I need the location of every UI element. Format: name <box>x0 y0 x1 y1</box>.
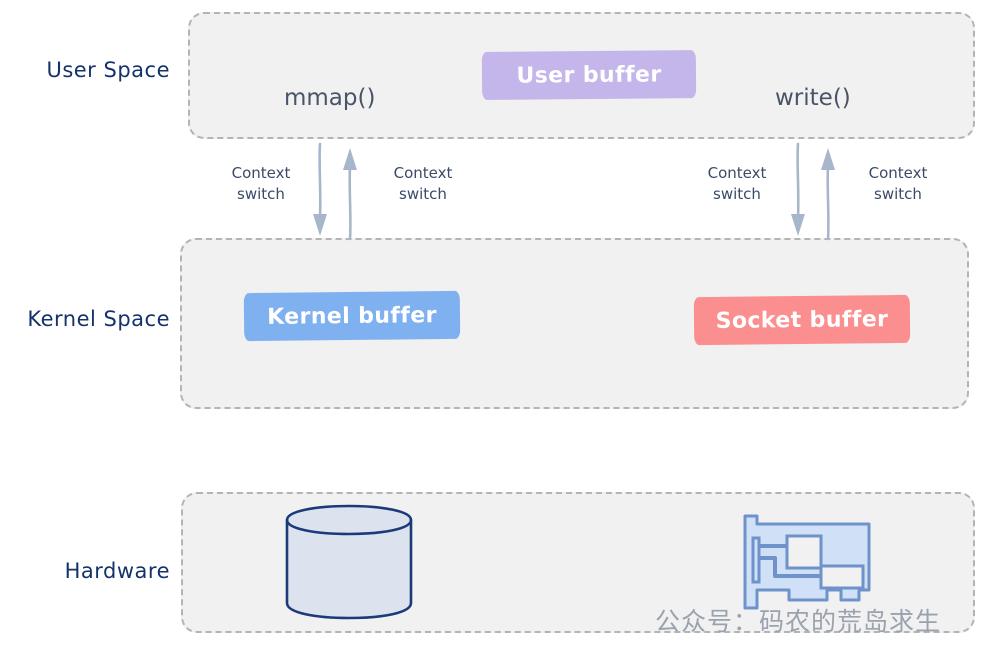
syscall-label-write: write() <box>775 85 851 111</box>
buffer-kernel: Kernel buffer <box>243 290 461 342</box>
context-switch-line-1: Context <box>231 164 291 182</box>
syscall-label-mmap: mmap() <box>284 85 376 111</box>
arrow-down-icon-left <box>318 142 322 220</box>
buffer-user: User buffer <box>481 50 697 100</box>
context-switch-line-1: Context <box>707 164 767 182</box>
arrow-down-head-left <box>313 214 327 236</box>
context-switch-line-1: Context <box>393 164 453 182</box>
diagram-canvas: User Space Kernel Space Hardware mmap() … <box>0 0 981 647</box>
arrow-up-icon-left <box>348 164 352 241</box>
row-label-kernel-space: Kernel Space <box>27 307 170 331</box>
row-label-hardware: Hardware <box>64 559 170 583</box>
arrow-up-head-right <box>821 148 835 170</box>
context-switch-line-2: switch <box>874 185 922 203</box>
context-switch-caption-right-outer: Context switch <box>682 163 792 205</box>
context-switch-line-1: Context <box>868 164 928 182</box>
watermark-text: 公众号：码农的荒岛求生 <box>655 607 942 636</box>
context-switch-line-2: switch <box>399 185 447 203</box>
context-switch-line-2: switch <box>713 185 761 203</box>
network-card-icon <box>737 512 887 612</box>
context-switch-caption-right-inner: Context switch <box>843 163 953 205</box>
context-switch-line-2: switch <box>237 185 285 203</box>
arrow-down-icon-right <box>796 142 800 220</box>
disk-icon <box>281 503 417 621</box>
context-switch-caption-left-inner: Context switch <box>368 163 478 205</box>
arrow-down-head-right <box>791 214 805 236</box>
arrow-up-icon-right <box>826 164 830 241</box>
row-label-user-space: User Space <box>46 58 170 82</box>
arrow-up-head-left <box>343 148 357 170</box>
buffer-socket: Socket buffer <box>693 294 911 346</box>
context-switch-caption-left-outer: Context switch <box>206 163 316 205</box>
